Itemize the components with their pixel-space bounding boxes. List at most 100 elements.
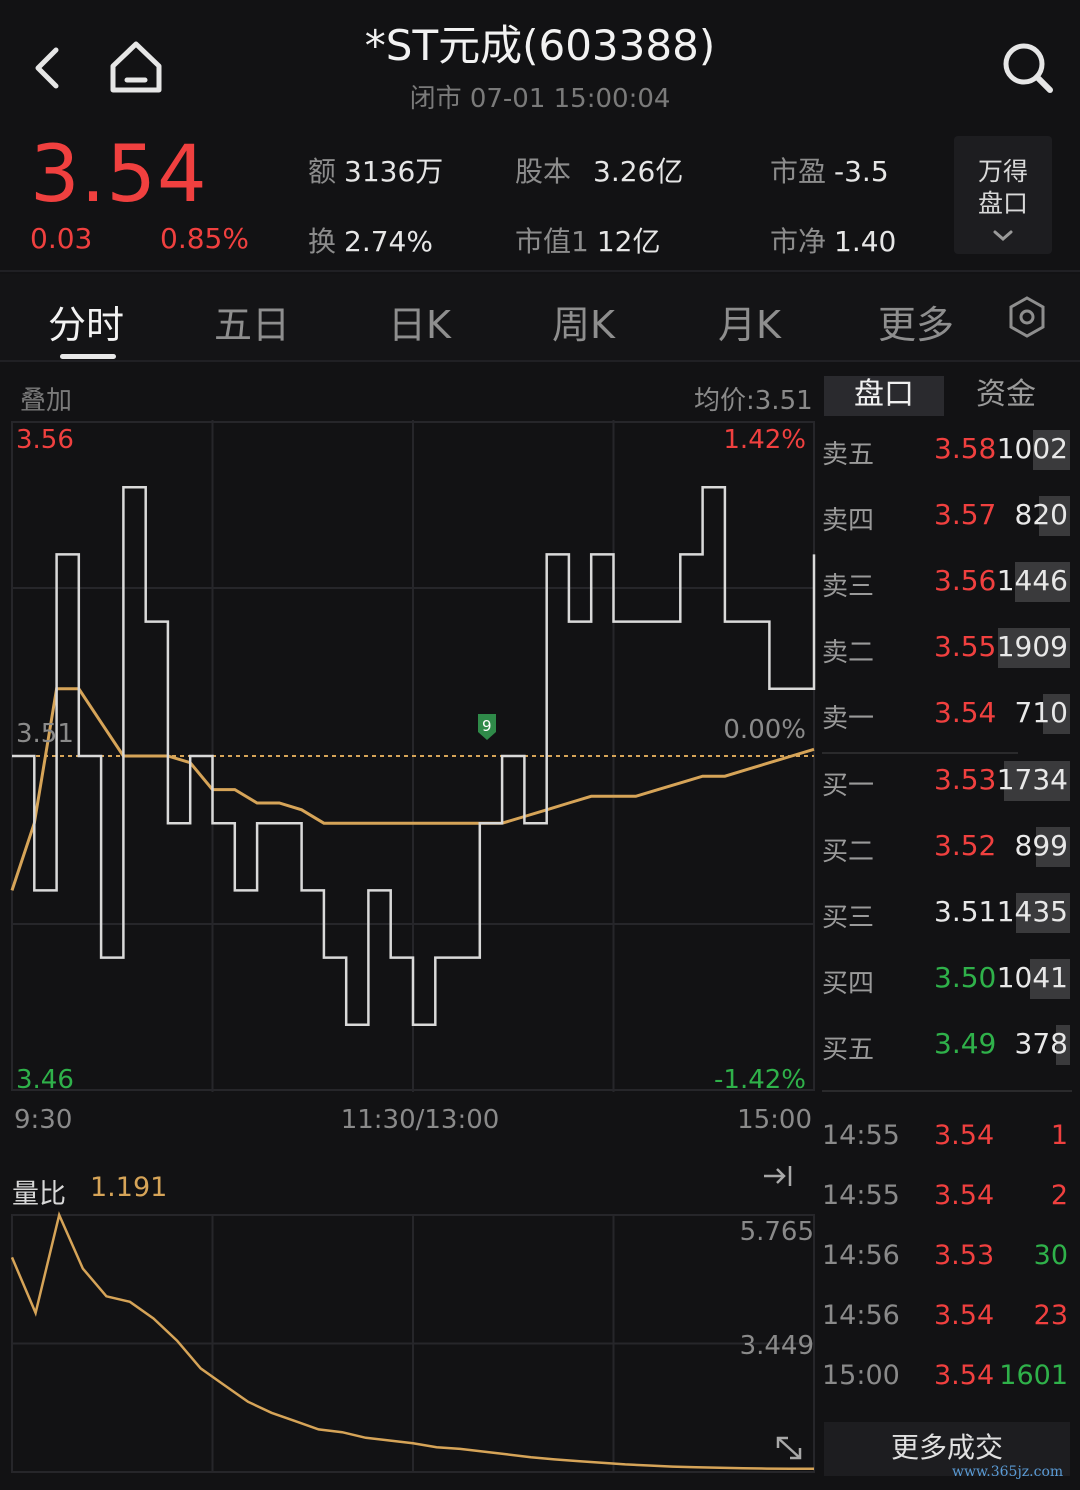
volume-ratio-label: 量比 bbox=[12, 1179, 66, 1210]
x-label-open: 9:30 bbox=[14, 1105, 72, 1135]
volume-ratio-value: 1.191 bbox=[90, 1172, 168, 1203]
event-marker[interactable]: 9 bbox=[478, 714, 496, 740]
overlay-button[interactable]: 叠加 bbox=[20, 380, 72, 417]
ask-row[interactable]: 卖五 3.58 1002 bbox=[822, 426, 1072, 476]
ask-volume: 820 bbox=[1014, 498, 1068, 531]
event-marker-label: 9 bbox=[482, 717, 492, 735]
side-panel-tabs: 盘口 资金 bbox=[824, 376, 1074, 416]
average-price-label: 均价:3.51 bbox=[694, 386, 813, 416]
home-icon bbox=[110, 41, 162, 93]
divider bbox=[0, 270, 1080, 272]
market-status: 闭市 07-01 15:00:04 bbox=[409, 84, 671, 114]
pct-mid-label: 0.00% bbox=[723, 715, 806, 745]
ask-level-label: 卖二 bbox=[822, 638, 875, 668]
stat-market-cap: 市值1 12亿 bbox=[515, 225, 661, 258]
trade-row[interactable]: 14:55 3.54 2 bbox=[822, 1180, 1072, 1224]
stat-pb-ratio: 市净 1.40 bbox=[770, 225, 897, 258]
chevron-down-icon bbox=[993, 230, 1013, 241]
ask-level-label: 卖一 bbox=[822, 704, 875, 734]
tab-intraday[interactable]: 分时 bbox=[48, 294, 124, 349]
trade-row[interactable]: 14:56 3.54 23 bbox=[822, 1300, 1072, 1344]
bid-volume: 1041 bbox=[996, 961, 1068, 994]
bid-level-label: 买五 bbox=[822, 1035, 875, 1065]
bid-row[interactable]: 买五 3.49 378 bbox=[822, 1021, 1072, 1071]
ask-price: 3.56 bbox=[934, 564, 997, 597]
wande-label-line2: 盘口 bbox=[977, 189, 1028, 218]
trade-row[interactable]: 15:00 3.54 1601 bbox=[822, 1360, 1072, 1404]
tab-daily-k[interactable]: 日K bbox=[388, 294, 451, 349]
ask-price: 3.54 bbox=[934, 696, 997, 729]
ask-price: 3.55 bbox=[934, 630, 997, 663]
ask-volume: 1002 bbox=[996, 432, 1068, 465]
y-min-label: 3.46 bbox=[16, 1065, 74, 1095]
chevron-left-icon bbox=[35, 47, 59, 89]
trade-volume: 2 bbox=[1050, 1180, 1068, 1211]
trade-row[interactable]: 14:56 3.53 30 bbox=[822, 1240, 1072, 1284]
y-max-label: 3.56 bbox=[16, 425, 74, 455]
stat-turnover-amount: 额 3136万 bbox=[308, 155, 444, 188]
ask-volume: 710 bbox=[1014, 696, 1068, 729]
bid-level-label: 买一 bbox=[822, 771, 875, 801]
bid-level-label: 买二 bbox=[822, 837, 875, 867]
vol-max-label: 5.765 bbox=[740, 1217, 814, 1247]
chart-settings-button[interactable] bbox=[1004, 294, 1050, 344]
watermark: www.365jz.com bbox=[952, 1464, 1064, 1480]
bid-price: 3.51 bbox=[934, 895, 997, 928]
bid-price: 3.50 bbox=[934, 961, 997, 994]
ask-volume: 1909 bbox=[996, 630, 1068, 663]
ask-row[interactable]: 卖三 3.56 1446 bbox=[822, 558, 1072, 608]
ask-row[interactable]: 卖四 3.57 820 bbox=[822, 492, 1072, 542]
chart-period-tabs: 分时 五日 日K 周K 月K 更多 bbox=[0, 274, 1080, 360]
trade-volume: 1 bbox=[1050, 1120, 1068, 1151]
intraday-price-chart[interactable]: 9 3.56 3.51 3.46 1.42% 0.00% -1.42% bbox=[0, 420, 820, 1100]
bid-price: 3.53 bbox=[934, 763, 997, 796]
bid-volume: 378 bbox=[1014, 1027, 1068, 1060]
bid-row[interactable]: 买四 3.50 1041 bbox=[822, 955, 1072, 1005]
tab-five-day[interactable]: 五日 bbox=[214, 294, 290, 349]
bid-volume: 899 bbox=[1014, 829, 1068, 862]
tab-weekly-k[interactable]: 周K bbox=[552, 294, 615, 349]
trade-price: 3.54 bbox=[934, 1360, 995, 1391]
tab-monthly-k[interactable]: 月K bbox=[718, 294, 781, 349]
volume-ratio-chart[interactable]: 5.765 3.449 bbox=[0, 1160, 820, 1490]
trade-time: 15:00 bbox=[822, 1360, 900, 1391]
ask-row[interactable]: 卖二 3.55 1909 bbox=[822, 624, 1072, 674]
stock-title: *ST元成(603388) bbox=[364, 21, 716, 70]
trade-time: 14:56 bbox=[822, 1240, 900, 1271]
expand-fullscreen-button[interactable] bbox=[776, 1436, 802, 1460]
trade-time: 14:55 bbox=[822, 1120, 900, 1151]
tab-order-book[interactable]: 盘口 bbox=[824, 376, 944, 416]
ask-price: 3.58 bbox=[934, 432, 997, 465]
ask-volume: 1446 bbox=[996, 564, 1068, 597]
pct-max-label: 1.42% bbox=[723, 425, 806, 455]
trade-time: 14:56 bbox=[822, 1300, 900, 1331]
bid-level-label: 买四 bbox=[822, 969, 875, 999]
volume-ratio-grid bbox=[11, 1214, 815, 1473]
pct-min-label: -1.42% bbox=[714, 1065, 806, 1095]
wande-label-line1: 万得 bbox=[977, 157, 1028, 186]
divider bbox=[0, 360, 1080, 362]
bid-volume: 1734 bbox=[996, 763, 1068, 796]
trade-volume: 30 bbox=[1033, 1240, 1068, 1271]
tab-capital-flow[interactable]: 资金 bbox=[946, 376, 1066, 416]
last-price: 3.54 bbox=[30, 130, 208, 220]
search-button[interactable] bbox=[996, 36, 1058, 98]
x-label-midday: 11:30/13:00 bbox=[341, 1105, 500, 1135]
tab-more[interactable]: 更多 bbox=[878, 294, 954, 349]
search-icon bbox=[1003, 43, 1053, 93]
trade-price: 3.54 bbox=[934, 1300, 995, 1331]
ask-level-label: 卖四 bbox=[822, 506, 875, 536]
back-button[interactable] bbox=[22, 40, 78, 96]
home-button[interactable] bbox=[105, 38, 167, 98]
time-axis: 9:30 11:30/13:00 15:00 bbox=[14, 1105, 812, 1135]
stat-turnover-rate: 换 2.74% bbox=[308, 225, 433, 258]
y-mid-label: 3.51 bbox=[16, 719, 74, 749]
collapse-side-panel-button[interactable] bbox=[764, 1166, 792, 1186]
stat-pe-ratio: 市盈 -3.5 bbox=[770, 155, 889, 188]
wande-orderbook-button[interactable]: 万得 盘口 bbox=[954, 136, 1052, 254]
trade-row[interactable]: 14:55 3.54 1 bbox=[822, 1120, 1072, 1164]
bid-row[interactable]: 买一 3.53 1734 bbox=[822, 757, 1072, 807]
ask-row[interactable]: 卖一 3.54 710 bbox=[822, 690, 1072, 740]
bid-row[interactable]: 买二 3.52 899 bbox=[822, 823, 1072, 873]
bid-row[interactable]: 买三 3.51 1435 bbox=[822, 889, 1072, 939]
